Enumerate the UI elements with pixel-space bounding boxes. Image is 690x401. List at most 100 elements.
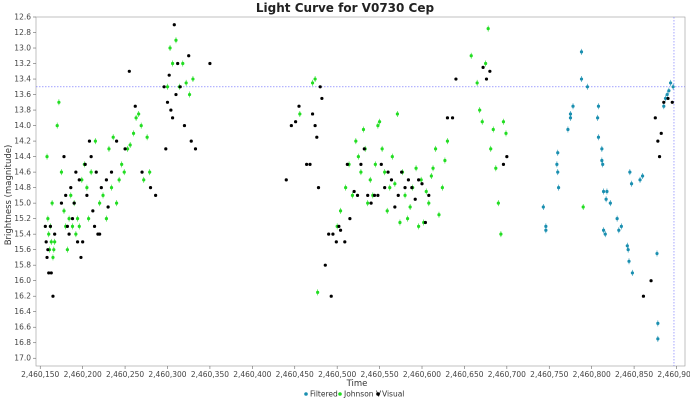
y-tick-label: 13.0 [14,44,31,53]
data-point [629,182,634,186]
data-point [656,337,660,341]
data-point [47,232,51,236]
y-tick-label: 15.0 [14,199,31,208]
data-point [556,151,560,155]
data-point [167,73,171,77]
data-point [429,174,433,178]
data-point [501,120,506,124]
data-point [484,61,488,66]
data-point [484,77,489,81]
data-point [174,92,178,97]
data-point [431,166,435,170]
data-point [544,228,548,232]
y-tick-label: 14.4 [14,152,31,161]
data-point [59,170,64,174]
data-point [106,205,110,209]
y-tick-label: 14.6 [14,168,31,177]
data-point [315,135,319,139]
data-point [630,271,635,275]
data-point [85,193,89,197]
x-tick-label: 2,460,550 [361,370,399,379]
legend-marker [304,392,308,396]
data-point [48,224,53,228]
data-point [45,155,49,159]
data-point [323,263,327,267]
data-point [117,178,121,182]
data-point [596,135,601,139]
data-point [427,193,431,197]
data-point [410,186,414,190]
data-point [369,201,373,205]
data-point [182,123,187,128]
data-point [338,228,343,232]
data-point [445,116,450,120]
data-point [556,186,561,190]
data-point [390,155,394,159]
data-point [417,224,421,228]
data-point [98,201,102,205]
data-point [169,108,173,112]
data-point [165,100,170,104]
data-point [662,104,666,108]
data-point [361,127,366,132]
data-point [350,193,355,197]
data-point [475,81,479,85]
data-point [294,120,298,124]
data-point [666,96,670,101]
data-point [57,100,61,104]
data-point [649,279,653,283]
plot-area [35,16,686,367]
data-point [85,186,89,190]
data-point [49,271,53,275]
data-point [596,104,601,108]
y-tick-label: 13.6 [14,90,31,99]
data-point [165,85,170,89]
data-point [366,201,370,205]
data-point [305,162,309,166]
data-point [603,232,607,236]
data-point [556,170,560,174]
data-point [362,147,366,151]
data-point [74,232,78,236]
data-point [109,170,114,174]
x-tick-label: 2,460,800 [573,370,611,379]
y-tick-label: 15.4 [14,230,31,239]
data-point [626,248,630,252]
data-point [187,54,191,58]
data-point [75,240,80,244]
data-point [310,81,315,85]
data-point [668,81,673,85]
data-point [437,213,441,217]
data-point [208,61,212,66]
data-point [379,162,383,166]
data-point [99,186,103,190]
y-tick-label: 15.6 [14,245,31,254]
data-point [334,240,338,244]
data-point [571,104,575,108]
data-point [51,294,55,298]
data-point [665,92,669,97]
data-point [297,104,301,108]
data-point [600,147,604,151]
chart-title: Light Curve for V0730 Cep [256,1,435,15]
data-point [499,232,503,236]
y-tick-label: 13.8 [14,106,31,115]
data-point [481,65,485,70]
legend-marker [376,392,380,396]
data-point [568,112,573,116]
y-tick-label: 16.8 [14,338,31,347]
data-point [344,186,348,190]
data-point [354,139,358,143]
x-tick-label: 2,460,850 [615,370,653,379]
data-point [109,186,114,190]
data-point [388,186,392,190]
data-point [86,217,91,221]
data-point [541,205,545,209]
data-point [376,123,380,128]
data-point [343,240,347,244]
data-point [77,178,81,182]
y-tick-label: 16.2 [14,292,31,301]
data-point [298,112,302,116]
data-point [579,50,584,54]
y-tick-label: 16.4 [14,307,31,316]
